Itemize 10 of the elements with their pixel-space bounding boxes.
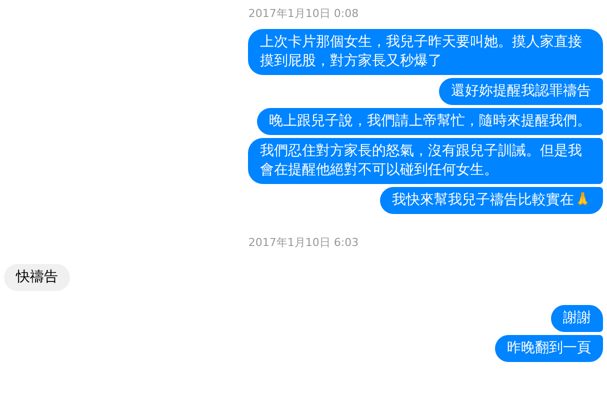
sent-message-bubble: 上次卡片那個女生，我兒子昨天要叫她。摸人家直接摸到屁股，對方家長又秒爆了 xyxy=(248,29,603,75)
timestamp: 2017年1月10日 0:08 xyxy=(248,6,359,21)
sent-message-bubble: 我快來幫我兒子禱告比較實在🙏 xyxy=(380,187,603,214)
received-message-bubble: 快禱告 xyxy=(4,264,70,291)
sent-message-bubble: 我們忍住對方家長的怒氣，沒有跟兒子訓誡。但是我會在提醒他絕對不可以碰到任何女生。 xyxy=(248,138,603,184)
sent-message-bubble: 還好妳提醒我認罪禱告 xyxy=(439,78,603,105)
sent-message-bubble: 謝謝 xyxy=(551,305,603,332)
sent-message-bubble: 昨晚翻到一頁 xyxy=(495,335,603,362)
sent-message-bubble: 晚上跟兒子說，我們請上帝幫忙，隨時來提醒我們。 xyxy=(257,108,603,135)
timestamp: 2017年1月10日 6:03 xyxy=(248,235,359,250)
